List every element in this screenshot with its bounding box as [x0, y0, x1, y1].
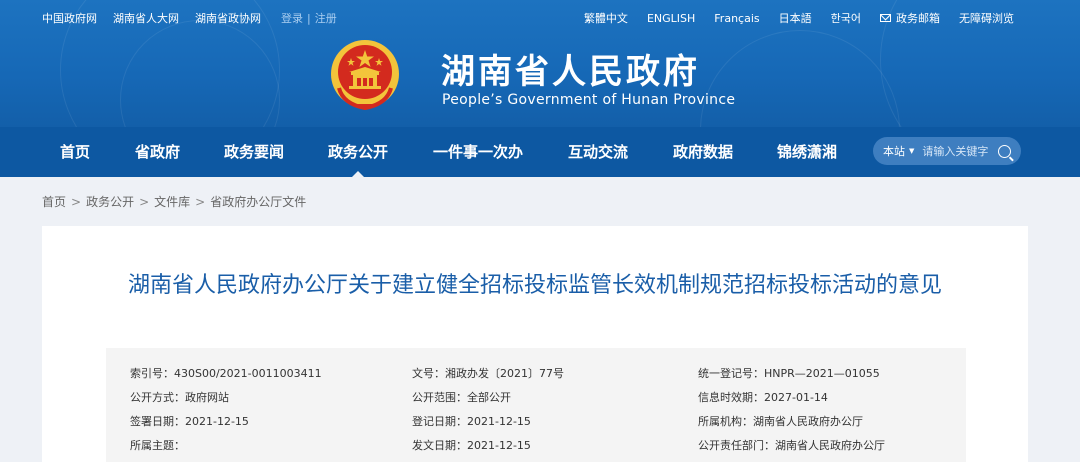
- lang-english[interactable]: ENGLISH: [647, 12, 695, 25]
- meta-publish-method: 公开方式：政府网站: [130, 391, 229, 404]
- breadcrumb: 首页 > 政务公开 > 文件库 > 省政府办公厅文件: [42, 193, 306, 210]
- language-links: 繁體中文 ENGLISH Français 日本語 한국어 政务邮箱 无障碍浏览: [565, 10, 1014, 26]
- meta-publish-scope: 公开范围：全部公开: [412, 391, 511, 404]
- link-gov-cn[interactable]: 中国政府网: [42, 10, 97, 26]
- mail-icon: [880, 14, 891, 22]
- site-search: 本站 ▼ 请输入关键字: [873, 137, 1021, 165]
- document-meta-table: 索引号：430S00/2021-0011003411 文号：湘政办发〔2021〕…: [106, 348, 966, 462]
- gov-mail-link[interactable]: 政务邮箱: [880, 10, 940, 26]
- breadcrumb-separator: >: [139, 195, 150, 209]
- nav-gov-data[interactable]: 政府数据: [673, 127, 733, 177]
- meta-topic: 所属主题：: [130, 439, 185, 452]
- meta-registration-no: 统一登记号：HNPR—2021—01055: [698, 367, 880, 380]
- breadcrumb-home[interactable]: 首页: [42, 195, 66, 209]
- meta-responsible-dept: 公开责任部门：湖南省人民政府办公厅: [698, 439, 885, 452]
- meta-doc-no: 文号：湘政办发〔2021〕77号: [412, 367, 564, 380]
- document-card: 湖南省人民政府办公厅关于建立健全招标投标监管长效机制规范招标投标活动的意见 索引…: [42, 226, 1028, 462]
- breadcrumb-gov-affairs[interactable]: 政务公开: [86, 195, 134, 209]
- auth-separator: |: [307, 11, 311, 25]
- nav-one-stop-service[interactable]: 一件事一次办: [433, 127, 523, 177]
- chevron-down-icon[interactable]: ▼: [909, 147, 914, 155]
- site-subtitle: People’s Government of Hunan Province: [442, 92, 736, 108]
- breadcrumb-file-library[interactable]: 文件库: [154, 195, 190, 209]
- nav-home[interactable]: 首页: [60, 127, 90, 177]
- breadcrumb-office-files[interactable]: 省政府办公厅文件: [210, 195, 306, 209]
- meta-sign-date: 签署日期：2021-12-15: [130, 415, 249, 428]
- lang-traditional-chinese[interactable]: 繁體中文: [584, 10, 628, 26]
- site-title: 湖南省人民政府: [441, 52, 700, 92]
- meta-agency: 所属机构：湖南省人民政府办公厅: [698, 415, 863, 428]
- accessible-browse-link[interactable]: 无障碍浏览: [959, 10, 1014, 26]
- meta-issue-date: 发文日期：2021-12-15: [412, 439, 531, 452]
- meta-register-date: 登记日期：2021-12-15: [412, 415, 531, 428]
- breadcrumb-separator: >: [71, 195, 82, 209]
- document-title: 湖南省人民政府办公厅关于建立健全招标投标监管长效机制规范招标投标活动的意见: [127, 273, 942, 298]
- meta-validity: 信息时效期：2027-01-14: [698, 391, 828, 404]
- link-npc[interactable]: 湖南省人大网: [113, 10, 179, 26]
- lang-japanese[interactable]: 日本語: [779, 10, 812, 26]
- search-icon[interactable]: [998, 144, 1011, 158]
- lang-korean[interactable]: 한국어: [831, 10, 861, 26]
- login-link[interactable]: 登录: [281, 10, 303, 26]
- nav-scenic-hunan[interactable]: 锦绣潇湘: [777, 127, 837, 177]
- nav-provincial-gov[interactable]: 省政府: [135, 127, 180, 177]
- search-scope-select[interactable]: 本站: [883, 143, 905, 159]
- meta-index-no: 索引号：430S00/2021-0011003411: [130, 367, 322, 380]
- search-input[interactable]: 请输入关键字: [922, 143, 998, 159]
- breadcrumb-separator: >: [195, 195, 206, 209]
- link-cppcc[interactable]: 湖南省政协网: [195, 10, 261, 26]
- national-emblem-icon: [331, 40, 399, 111]
- lang-french[interactable]: Français: [714, 12, 759, 25]
- nav-gov-news[interactable]: 政务要闻: [224, 127, 284, 177]
- top-links: 中国政府网 湖南省人大网 湖南省政协网 登录 | 注册: [42, 10, 353, 26]
- nav-interaction[interactable]: 互动交流: [568, 127, 628, 177]
- nav-gov-affairs-open[interactable]: 政务公开: [328, 127, 388, 177]
- register-link[interactable]: 注册: [315, 10, 337, 26]
- site-header: 中国政府网 湖南省人大网 湖南省政协网 登录 | 注册 繁體中文 ENGLISH…: [0, 0, 1080, 127]
